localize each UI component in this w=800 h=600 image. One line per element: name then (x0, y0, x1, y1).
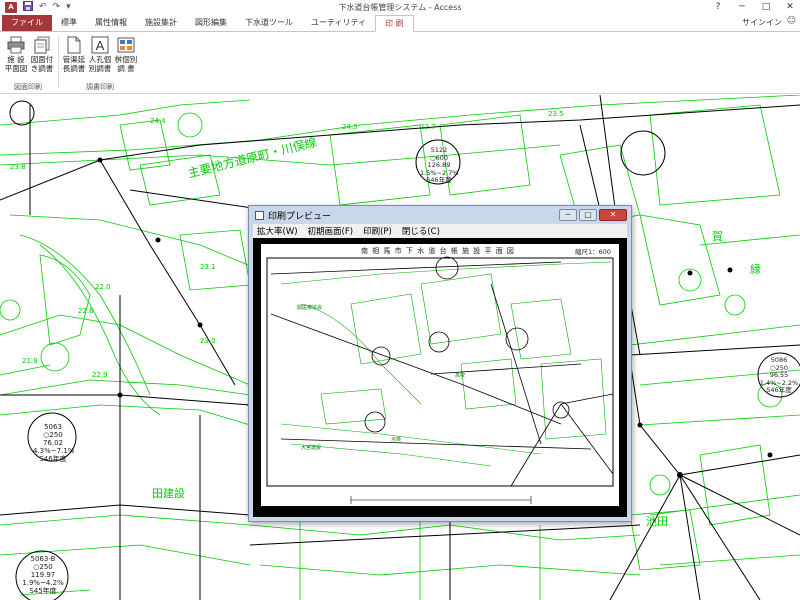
menu-zoom[interactable]: 拡大率(W) (257, 225, 298, 237)
basin-report-label-2: 調 書 (117, 64, 135, 73)
group-label-report-print: 調書印刷 (86, 83, 114, 91)
dialog-close-button[interactable]: ✕ (599, 209, 627, 221)
quick-access-toolbar: A ↶ ↷ ▾ (0, 0, 71, 14)
page-label: 点検 (391, 437, 402, 443)
group-label-drawing-print: 図面印刷 (14, 83, 42, 91)
pipe-length-report-button[interactable]: 管渠延 長調書 (61, 34, 87, 82)
tab-standard[interactable]: 標準 (52, 15, 86, 31)
preview-map (266, 256, 614, 504)
window-controls: ? ─ □ ✕ (712, 1, 796, 13)
letter-a-icon: A (91, 36, 109, 54)
close-button[interactable]: ✕ (784, 1, 796, 13)
dialog-maximize-button[interactable]: □ (579, 209, 597, 221)
tab-print[interactable]: 印 刷 (375, 15, 414, 32)
group-drawing-print: 施 設 平面図 図面付 き調書 図面印刷 (2, 34, 54, 92)
access-window: A ↶ ↷ ▾ 下水道台帳管理システム - Access ? ─ □ ✕ ファイ… (0, 0, 800, 600)
print-preview-dialog[interactable]: 印刷プレビュー ─ □ ✕ 拡大率(W) 初期画面(F) 印刷(P) 閉じる(C… (248, 205, 632, 522)
basin-report-label-1: 桝個別 (114, 55, 138, 64)
tab-file[interactable]: ファイル (2, 15, 52, 31)
page-label: 大宮建設 (301, 445, 322, 451)
dialog-app-icon (255, 210, 264, 220)
tab-attribute-info[interactable]: 属性情報 (86, 15, 136, 31)
drawing-report-label-2: き調書 (30, 64, 54, 73)
facility-plan-button[interactable]: 施 設 平面図 (3, 34, 29, 82)
title-bar: A ↶ ↷ ▾ 下水道台帳管理システム - Access ? ─ □ ✕ (0, 0, 800, 14)
menu-initial-view[interactable]: 初期画面(F) (308, 225, 354, 237)
dialog-menu-bar: 拡大率(W) 初期画面(F) 印刷(P) 閉じる(C) (253, 224, 627, 238)
table-icon (117, 36, 135, 54)
facility-plan-label-1: 施 設 (7, 55, 25, 64)
svg-text:A: A (96, 38, 105, 53)
tab-sewer-tools[interactable]: 下水道ツール (236, 15, 302, 31)
manhole-report-button[interactable]: A 人孔個 別調書 (87, 34, 113, 82)
facility-plan-label-2: 平面図 (4, 64, 28, 73)
menu-print[interactable]: 印刷(P) (363, 225, 392, 237)
dialog-minimize-button[interactable]: ─ (559, 209, 577, 221)
preview-canvas[interactable]: 南 相 馬 市 下 水 道 台 帳 施 設 平 面 図 縮尺1：600 関医療協… (253, 238, 627, 517)
window-title: 下水道台帳管理システム - Access (338, 2, 462, 12)
signin-link[interactable]: サインイン (742, 17, 782, 28)
documents-icon (33, 36, 51, 54)
pipe-length-report-label-1: 管渠延 (62, 55, 86, 64)
document-icon (65, 36, 83, 54)
basin-report-button[interactable]: 桝個別 調 書 (113, 34, 139, 82)
maximize-button[interactable]: □ (760, 1, 772, 13)
redo-icon[interactable]: ↷ (53, 2, 61, 12)
feedback-smiley-icon[interactable]: ☺ (787, 16, 796, 26)
tab-utility[interactable]: ユーティリティ (302, 15, 375, 31)
dialog-window-controls: ─ □ ✕ (559, 209, 627, 221)
tab-shape-edit[interactable]: 図形編集 (186, 15, 236, 31)
drawing-report-label-1: 図面付 (30, 55, 54, 64)
printer-icon (7, 36, 25, 54)
manhole-report-label-2: 別調書 (88, 64, 112, 73)
customize-icon[interactable]: ▾ (66, 2, 71, 12)
menu-close[interactable]: 閉じる(C) (402, 225, 440, 237)
manhole-report-label-1: 人孔個 (88, 55, 112, 64)
tab-facility-summary[interactable]: 施設集計 (136, 15, 186, 31)
access-logo-icon: A (5, 1, 17, 13)
pipe-length-report-label-2: 長調書 (62, 64, 86, 73)
ribbon-tabs: ファイル 標準 属性情報 施設集計 図形編集 下水道ツール ユーティリティ 印 … (0, 14, 800, 32)
save-icon[interactable] (23, 0, 33, 14)
ribbon: 施 設 平面図 図面付 き調書 図面印刷 管渠延 長調書 A 人孔個 別調書 桝… (0, 32, 800, 94)
group-divider (58, 36, 59, 88)
page-label: 高校 (455, 373, 466, 379)
drawing-report-button[interactable]: 図面付 き調書 (29, 34, 55, 82)
undo-icon[interactable]: ↶ (39, 2, 47, 12)
page-label: 関医療協会 (297, 305, 323, 311)
group-report-print: 管渠延 長調書 A 人孔個 別調書 桝個別 調 書 調書印刷 (60, 34, 140, 92)
minimize-button[interactable]: ─ (736, 1, 748, 13)
preview-page: 南 相 馬 市 下 水 道 台 帳 施 設 平 面 図 縮尺1：600 関医療協… (261, 244, 619, 506)
dialog-title: 印刷プレビュー (268, 211, 332, 222)
help-button[interactable]: ? (712, 1, 724, 13)
